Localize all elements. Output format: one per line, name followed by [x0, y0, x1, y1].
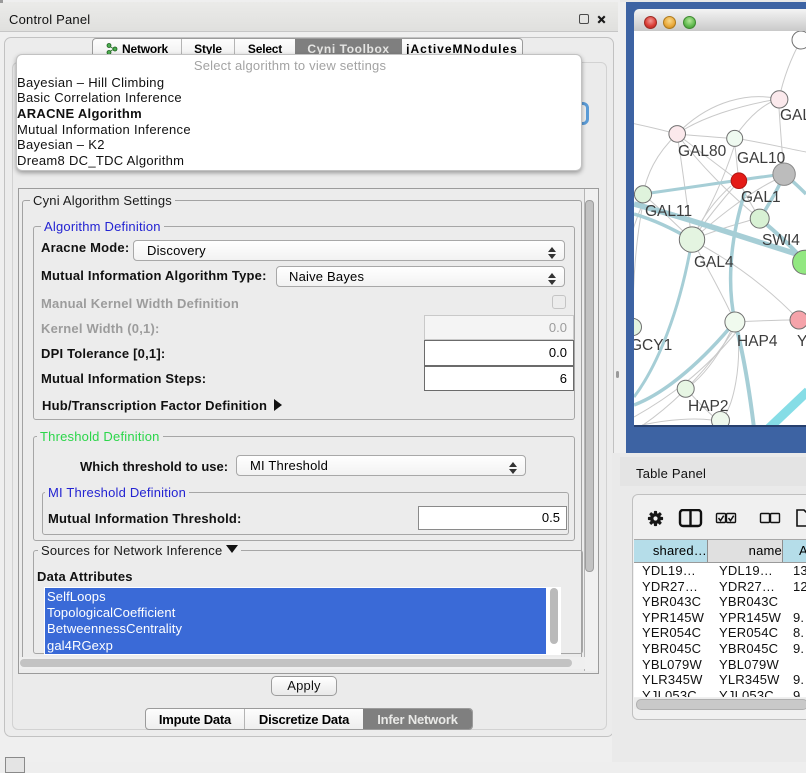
svg-text:GCY1: GCY1 [634, 337, 672, 354]
svg-text:GAL1: GAL1 [741, 189, 781, 206]
svg-text:GAL10: GAL10 [737, 150, 786, 167]
svg-text:Y: Y [797, 333, 806, 350]
svg-text:HAP2: HAP2 [688, 398, 729, 415]
svg-text:GAL80: GAL80 [678, 143, 727, 160]
svg-text:GAL11: GAL11 [645, 203, 692, 220]
svg-text:HAP4: HAP4 [737, 333, 778, 350]
svg-text:GAL4: GAL4 [694, 254, 734, 271]
svg-text:SWI4: SWI4 [762, 232, 800, 249]
svg-text:GAL7: GAL7 [780, 107, 806, 124]
